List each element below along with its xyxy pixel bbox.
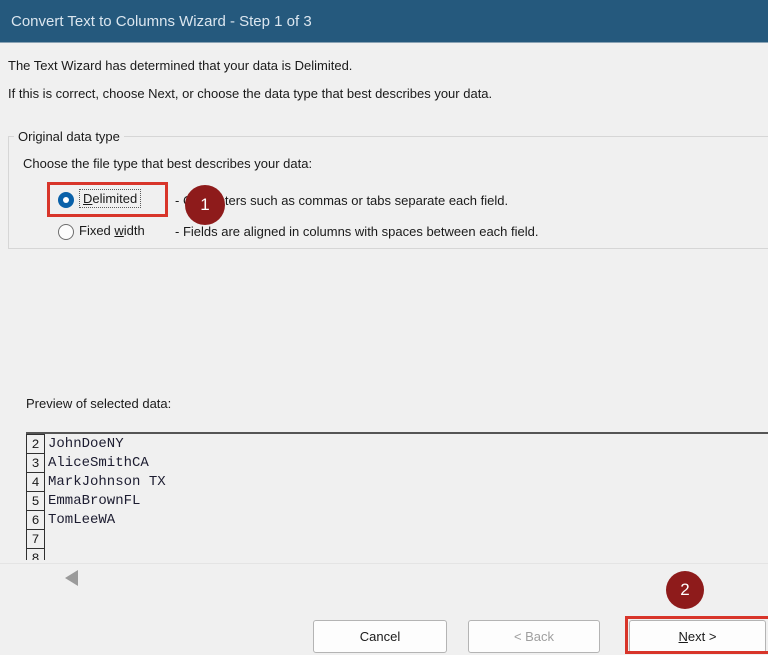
preview-row-number: 4 — [26, 472, 45, 492]
data-preview-box[interactable]: 2JohnDoeNY3AliceSmithCA4MarkJohnson TX5E… — [26, 432, 768, 560]
annotation-step-2-badge: 2 — [666, 571, 704, 609]
preview-row: 2JohnDoeNY — [26, 434, 768, 454]
wizard-intro-line1: The Text Wizard has determined that your… — [8, 58, 352, 73]
preview-row-number: 8 — [26, 548, 45, 560]
preview-row-number: 2 — [26, 434, 45, 454]
preview-row-number: 7 — [26, 529, 45, 549]
preview-row: 5EmmaBrownFL — [26, 491, 768, 511]
preview-row-text: TomLeeWA — [48, 510, 115, 530]
back-button[interactable]: < Back — [468, 620, 600, 653]
file-type-prompt: Choose the file type that best describes… — [23, 156, 312, 171]
preview-row-text: AliceSmithCA — [48, 453, 149, 473]
annotation-highlight-rect-next — [625, 616, 768, 654]
preview-row: 4MarkJohnson TX — [26, 472, 768, 492]
preview-row: 6TomLeeWA — [26, 510, 768, 530]
preview-row: 7 — [26, 529, 768, 549]
dialog-title: Convert Text to Columns Wizard - Step 1 … — [11, 13, 312, 30]
annotation-step-1-badge: 1 — [185, 185, 225, 225]
preview-row-number: 5 — [26, 491, 45, 511]
preview-row: 3AliceSmithCA — [26, 453, 768, 473]
fixed-width-description: - Fields are aligned in columns with spa… — [175, 224, 538, 239]
dialog-title-bar: Convert Text to Columns Wizard - Step 1 … — [0, 0, 768, 43]
preview-row-number: 3 — [26, 453, 45, 473]
text-to-columns-wizard-dialog: Convert Text to Columns Wizard - Step 1 … — [0, 0, 768, 655]
fixed-width-radio-label[interactable]: Fixed width — [79, 223, 145, 238]
preview-row-text: JohnDoeNY — [48, 434, 124, 454]
preview-bottom-separator — [0, 563, 768, 564]
cancel-button[interactable]: Cancel — [313, 620, 447, 653]
preview-label: Preview of selected data: — [26, 396, 171, 411]
preview-row-text: EmmaBrownFL — [48, 491, 140, 511]
wizard-intro-line2: If this is correct, choose Next, or choo… — [8, 86, 492, 101]
annotation-highlight-rect-delimited — [47, 182, 168, 217]
preview-row-text: MarkJohnson TX — [48, 472, 166, 492]
preview-row: 8 — [26, 548, 768, 560]
scroll-left-arrow-icon[interactable] — [65, 570, 78, 586]
group-legend: Original data type — [14, 129, 124, 144]
preview-row-number: 6 — [26, 510, 45, 530]
fixed-width-radio[interactable] — [58, 224, 74, 240]
